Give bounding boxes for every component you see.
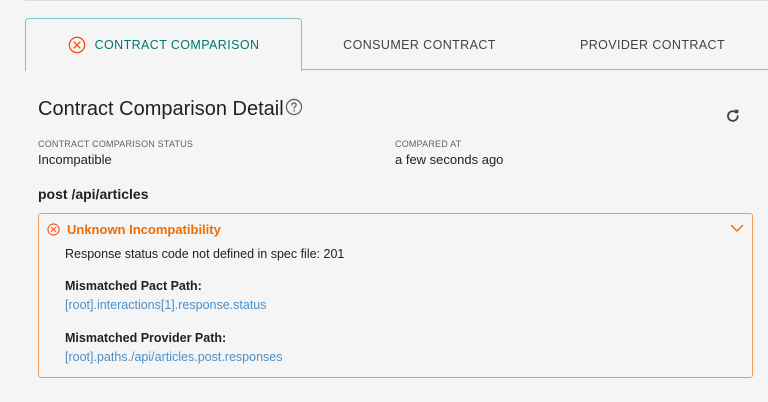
tab-label: CONSUMER CONTRACT [343, 37, 496, 52]
compared-at-value: a few seconds ago [395, 152, 504, 167]
top-divider [25, 0, 768, 1]
incompatibility-card: Unknown Incompatibility Response status … [38, 213, 753, 378]
incompatibility-message: Response status code not defined in spec… [65, 247, 345, 261]
status-label: CONTRACT COMPARISON STATUS [38, 139, 194, 149]
pact-path-label: Mismatched Pact Path: [65, 279, 202, 293]
tab-bar: CONTRACT COMPARISON CONSUMER CONTRACT PR… [25, 18, 768, 71]
page-title: Contract Comparison Detail [38, 98, 284, 120]
compared-at-label: COMPARED AT [395, 139, 462, 149]
incompatibility-title: Unknown Incompatibility [67, 221, 221, 237]
error-circle-icon [68, 36, 85, 54]
provider-path-label: Mismatched Provider Path: [65, 331, 227, 345]
chevron-down-icon[interactable] [730, 222, 744, 234]
status-value: Incompatible [38, 152, 112, 167]
endpoint-title: post /api/articles [38, 186, 149, 202]
error-circle-icon [47, 222, 60, 236]
tab-provider-contract[interactable]: PROVIDER CONTRACT [537, 18, 768, 71]
help-circle-icon[interactable] [285, 98, 303, 116]
incompatibility-header[interactable]: Unknown Incompatibility [47, 221, 221, 237]
tab-contract-comparison[interactable]: CONTRACT COMPARISON [25, 18, 302, 71]
refresh-icon[interactable] [724, 107, 742, 125]
tab-label: CONTRACT COMPARISON [94, 38, 260, 52]
provider-path-link[interactable]: [root].paths./api/articles.post.response… [65, 350, 282, 364]
pact-path-link[interactable]: [root].interactions[1].response.status [65, 298, 267, 312]
tab-label: PROVIDER CONTRACT [579, 37, 725, 52]
tab-consumer-contract[interactable]: CONSUMER CONTRACT [302, 18, 537, 71]
